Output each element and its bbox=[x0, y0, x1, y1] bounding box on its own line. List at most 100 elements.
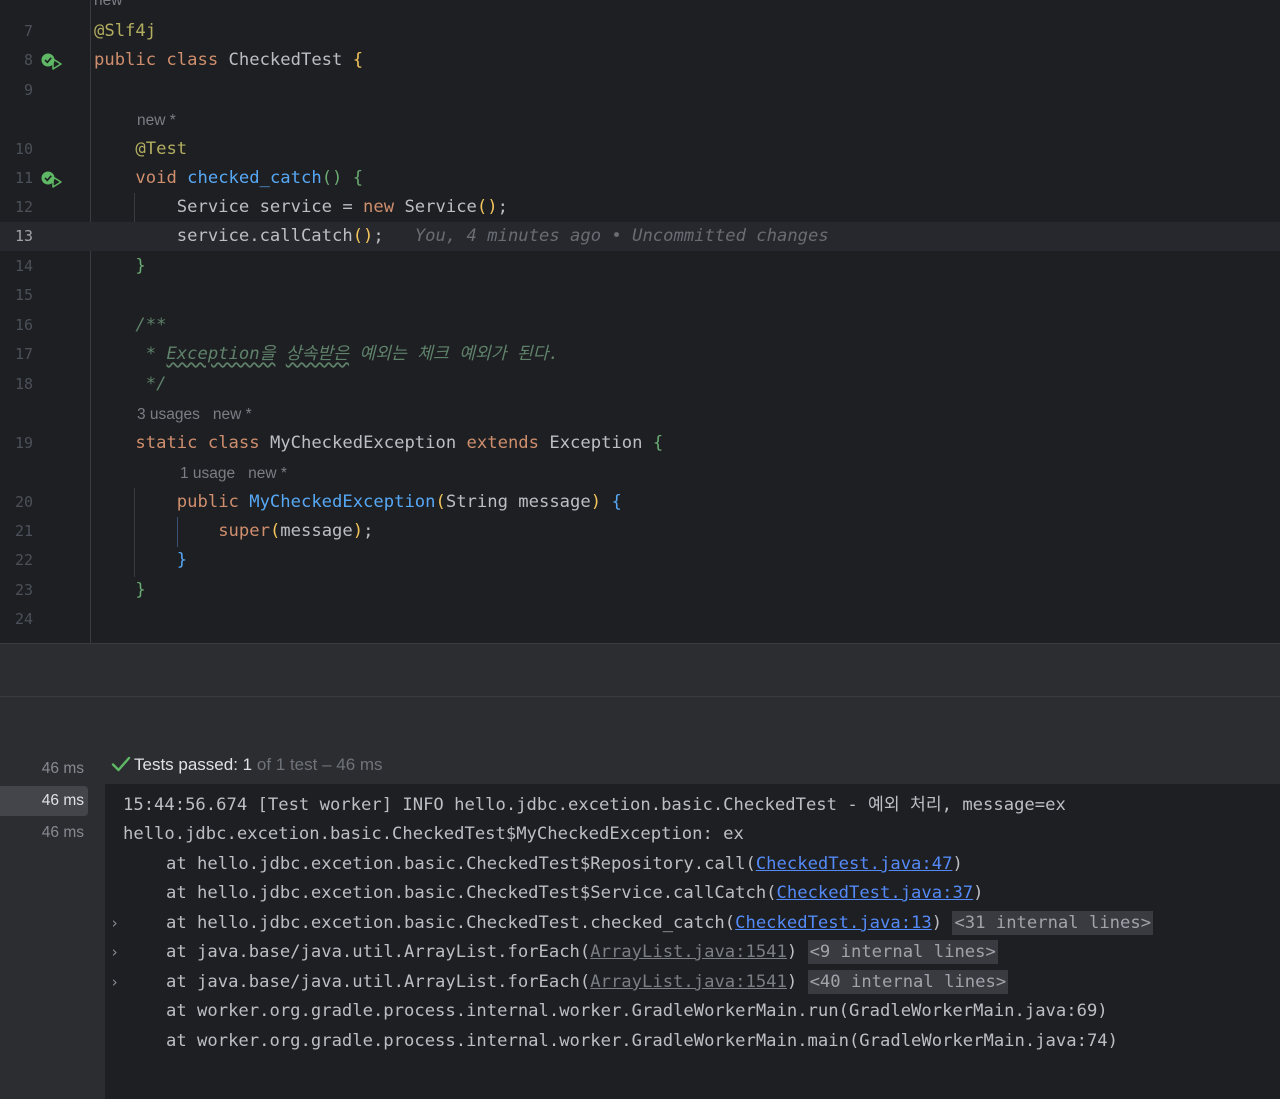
line-number[interactable]: 21 bbox=[0, 517, 33, 546]
console-line: › at java.base/java.util.ArrayList.forEac… bbox=[105, 968, 1280, 998]
code-text[interactable]: void checked_catch() { bbox=[94, 164, 363, 193]
console-output[interactable]: 15:44:56.674 [Test worker] INFO hello.jd… bbox=[105, 784, 1280, 1099]
folded-lines-badge[interactable]: <9 internal lines> bbox=[807, 940, 998, 964]
code-token: * bbox=[145, 344, 167, 364]
code-line[interactable]: 8 public class CheckedTest { bbox=[0, 46, 1280, 75]
code-token: Exception을 bbox=[166, 344, 276, 364]
code-line[interactable]: 15 bbox=[0, 281, 1280, 310]
line-number[interactable]: 10 bbox=[0, 135, 33, 164]
line-number[interactable]: 15 bbox=[0, 281, 33, 310]
console-line-text: hello.jdbc.excetion.basic.CheckedTest$My… bbox=[123, 820, 744, 850]
run-test-icon[interactable] bbox=[40, 170, 62, 188]
code-text[interactable]: @Slf4j bbox=[94, 17, 156, 46]
code-line[interactable]: 20 public MyCheckedException(String mess… bbox=[0, 488, 1280, 517]
inlay-hint[interactable]: 1 usage new * bbox=[180, 459, 287, 488]
code-line[interactable]: 23 } bbox=[0, 576, 1280, 605]
test-tree-row-selected[interactable]: 46 ms bbox=[0, 786, 88, 816]
code-line[interactable]: 12 Service service = new Service(); bbox=[0, 193, 1280, 222]
code-text[interactable]: /** bbox=[94, 311, 166, 340]
code-token: ) bbox=[352, 521, 364, 541]
line-number[interactable]: 16 bbox=[0, 311, 33, 340]
code-token: () bbox=[476, 197, 498, 217]
test-status-text: Tests passed: 1 of 1 test – 46 ms bbox=[134, 746, 383, 784]
console-text: 15:44:56.674 [Test worker] INFO hello.jd… bbox=[123, 795, 1066, 815]
console-line: at worker.org.gradle.process.internal.wo… bbox=[105, 1027, 1280, 1057]
code-line[interactable]: 16 /** bbox=[0, 311, 1280, 340]
line-number[interactable]: 20 bbox=[0, 488, 33, 517]
code-line[interactable]: 21 super(message); bbox=[0, 517, 1280, 546]
code-text[interactable]: Service service = new Service(); bbox=[94, 193, 508, 222]
line-number[interactable]: 9 bbox=[0, 76, 33, 105]
code-text[interactable]: super(message); bbox=[94, 517, 373, 546]
code-text[interactable]: service.callCatch(); You, 4 minutes ago … bbox=[94, 222, 829, 251]
code-line[interactable]: 13 service.callCatch(); You, 4 minutes a… bbox=[0, 222, 1280, 251]
code-text[interactable]: } bbox=[94, 576, 145, 605]
code-text[interactable]: static class MyCheckedException extends … bbox=[94, 429, 663, 458]
stacktrace-link[interactable]: CheckedTest.java:37 bbox=[777, 883, 974, 903]
code-line[interactable]: 14 } bbox=[0, 252, 1280, 281]
code-line[interactable]: 17 * Exception을 상속받은 예외는 체크 예외가 된다. bbox=[0, 340, 1280, 369]
stacktrace-link[interactable]: CheckedTest.java:47 bbox=[756, 854, 953, 874]
expand-chevron-icon[interactable]: › bbox=[110, 909, 119, 939]
line-number[interactable]: 22 bbox=[0, 546, 33, 575]
console-line-text: at hello.jdbc.excetion.basic.CheckedTest… bbox=[166, 850, 963, 880]
code-line[interactable]: 19 static class MyCheckedException exten… bbox=[0, 429, 1280, 458]
expand-chevron-icon[interactable]: › bbox=[110, 938, 119, 968]
code-token: } bbox=[135, 256, 146, 276]
inlay-hint[interactable]: new * bbox=[137, 106, 176, 135]
code-text[interactable]: */ bbox=[94, 370, 167, 399]
console-line: at hello.jdbc.excetion.basic.CheckedTest… bbox=[105, 850, 1280, 880]
line-number[interactable]: 17 bbox=[0, 340, 33, 369]
code-line[interactable]: 22 } bbox=[0, 546, 1280, 575]
code-token: @Slf4j bbox=[94, 21, 157, 41]
line-number[interactable]: 23 bbox=[0, 576, 33, 605]
code-text[interactable]: } bbox=[94, 546, 187, 575]
line-number[interactable]: 11 bbox=[0, 164, 33, 193]
console-text: hello.jdbc.excetion.basic.CheckedTest$My… bbox=[123, 824, 744, 844]
code-token: public bbox=[176, 492, 250, 512]
code-token: MyCheckedException bbox=[249, 492, 436, 512]
expand-chevron-icon[interactable]: › bbox=[110, 968, 119, 998]
code-token: CheckedTest bbox=[228, 50, 353, 70]
line-number[interactable]: 7 bbox=[0, 17, 33, 46]
stacktrace-link[interactable]: ArrayList.java:1541 bbox=[590, 942, 787, 962]
inlay-hint[interactable]: 3 usages new * bbox=[137, 400, 252, 429]
console-text: ) bbox=[786, 942, 808, 962]
code-editor[interactable]: new * 7 @Slf4j 8 public class CheckedTest {… bbox=[0, 0, 1280, 643]
console-line-text: at java.base/java.util.ArrayList.forEach… bbox=[166, 968, 1009, 998]
code-line[interactable]: 11 void checked_catch() { bbox=[0, 164, 1280, 193]
code-line[interactable]: 7 @Slf4j bbox=[0, 17, 1280, 46]
line-number[interactable]: 14 bbox=[0, 252, 33, 281]
code-line[interactable]: 10 @Test bbox=[0, 135, 1280, 164]
code-text[interactable]: @Test bbox=[94, 135, 187, 164]
line-number[interactable]: 18 bbox=[0, 370, 33, 399]
code-line[interactable]: 24 bbox=[0, 605, 1280, 634]
code-line[interactable]: 18 */ bbox=[0, 370, 1280, 399]
line-number[interactable]: 19 bbox=[0, 429, 33, 458]
stacktrace-link[interactable]: CheckedTest.java:13 bbox=[735, 913, 932, 933]
stacktrace-link[interactable]: ArrayList.java:1541 bbox=[590, 972, 787, 992]
test-tree[interactable]: 46 ms 46 ms 46 ms bbox=[0, 746, 106, 1099]
code-text[interactable]: public class CheckedTest { bbox=[94, 46, 363, 75]
status-detail: of 1 test – 46 ms bbox=[252, 755, 383, 774]
console-text: at worker.org.gradle.process.internal.wo… bbox=[166, 1001, 1108, 1021]
test-tree-row[interactable]: 46 ms bbox=[0, 818, 88, 848]
code-text[interactable]: public MyCheckedException(String message… bbox=[94, 488, 622, 517]
editor-bottom-bar bbox=[0, 643, 1280, 697]
code-text[interactable]: * Exception을 상속받은 예외는 체크 예외가 된다. bbox=[94, 340, 559, 369]
run-test-icon[interactable] bbox=[40, 52, 62, 70]
test-tree-row[interactable]: 46 ms bbox=[0, 754, 88, 784]
line-number[interactable]: 13 bbox=[0, 222, 33, 251]
console-line-text: at java.base/java.util.ArrayList.forEach… bbox=[166, 938, 998, 968]
folded-lines-badge[interactable]: <40 internal lines> bbox=[807, 970, 1009, 994]
code-token: public class bbox=[94, 50, 229, 70]
line-number[interactable]: 12 bbox=[0, 193, 33, 222]
code-token: () bbox=[352, 226, 374, 246]
folded-lines-badge[interactable]: <31 internal lines> bbox=[952, 911, 1154, 935]
line-number[interactable]: 24 bbox=[0, 605, 33, 634]
code-text[interactable]: } bbox=[94, 252, 146, 281]
code-line[interactable]: 9 bbox=[0, 76, 1280, 105]
line-number[interactable]: 8 bbox=[0, 46, 33, 75]
